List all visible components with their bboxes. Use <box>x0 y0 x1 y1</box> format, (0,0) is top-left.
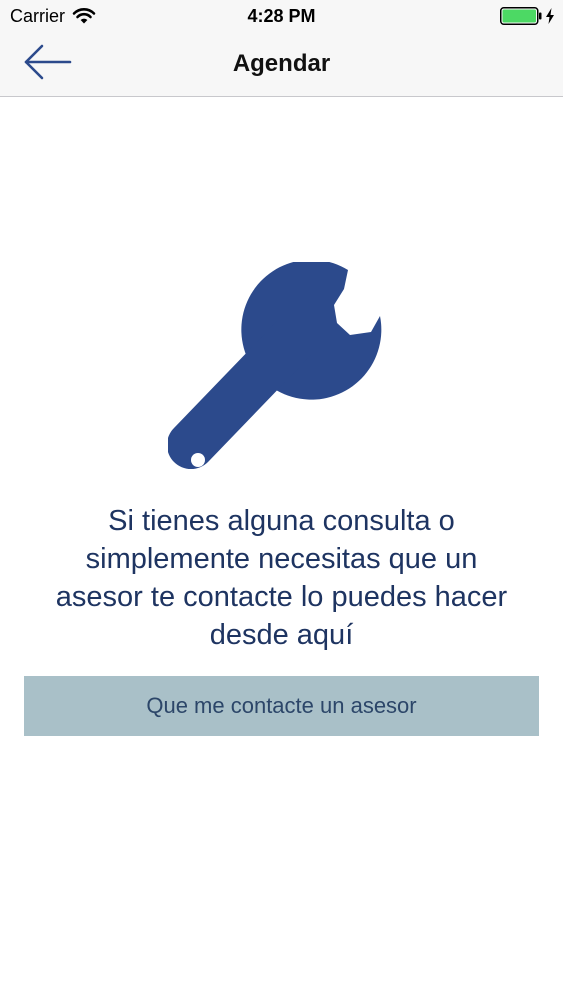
message-line: asesor te contacte lo puedes hacer <box>55 581 508 613</box>
message-line: desde aquí <box>209 619 354 651</box>
message-line: Si tienes alguna consulta o <box>108 505 455 537</box>
status-right <box>500 7 555 25</box>
page-title: Agendar <box>232 50 331 77</box>
status-time: 4:28 PM <box>247 6 316 26</box>
contact-advisor-button[interactable]: Que me contacte un asesor <box>24 676 539 736</box>
message-line: simplemente necesitas que un <box>85 543 478 575</box>
status-bar: Carrier 4:28 PM <box>0 0 563 32</box>
battery-icon <box>500 7 542 25</box>
charging-bolt-icon <box>546 8 554 24</box>
wrench-icon <box>168 262 382 470</box>
info-message: Si tienes alguna consulta o simplemente … <box>20 502 543 654</box>
nav-bar: Agendar <box>0 32 563 97</box>
